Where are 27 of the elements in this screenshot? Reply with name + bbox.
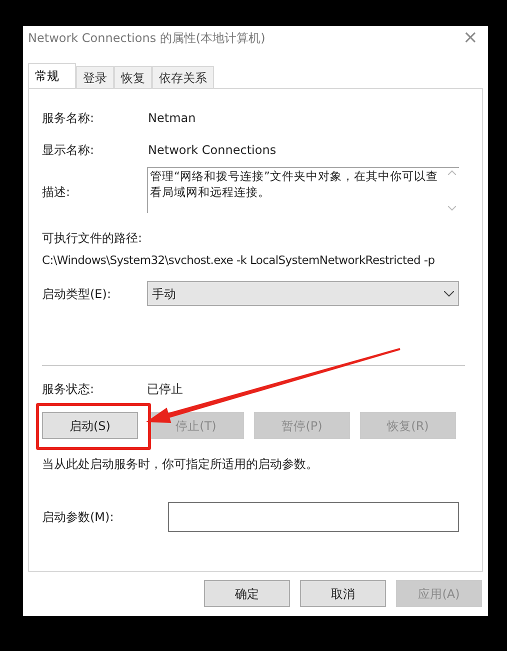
field-value: Netman [148, 110, 196, 127]
tab[interactable]: 登录 [76, 66, 114, 88]
field-label: 服务名称: [42, 110, 96, 127]
close-button[interactable]: × [462, 29, 478, 48]
chevron-down-icon [444, 290, 454, 297]
description-box[interactable]: 管理“网络和拨号连接”文件夹中对象，在其中你可以查看局域网和远程连接。 [147, 166, 459, 213]
window-title: Network Connections 的属性(本地计算机) [28, 30, 266, 48]
field-label: 描述: [42, 184, 72, 201]
field-label: 启动类型(E): [42, 286, 112, 303]
field-label: 启动参数(M): [42, 509, 115, 526]
tab[interactable]: 常规 [28, 62, 76, 88]
action-button[interactable]: 启动(S) [42, 412, 138, 440]
path-text: C:\Windows\System32\svchost.exe -k LocalSystemNetworkRestricted -p [42, 252, 436, 269]
field-value: Network Connections [148, 142, 276, 159]
hint-text: 当从此处启动服务时，你可指定所适用的启动参数。 [42, 456, 319, 474]
scroll-down-icon[interactable] [448, 206, 456, 211]
status-value: 已停止 [147, 381, 183, 398]
scroll-up-icon[interactable] [448, 170, 456, 175]
field-label: 服务状态: [42, 381, 96, 398]
startup-type-dropdown[interactable]: 手动 [147, 281, 459, 306]
action-button[interactable]: 取消 [300, 580, 386, 608]
action-button[interactable]: 确定 [204, 580, 290, 608]
tab[interactable]: 依存关系 [152, 66, 214, 88]
field-label: 显示名称: [42, 142, 96, 159]
start-parameters-field[interactable] [168, 502, 459, 532]
field-label: 可执行文件的路径: [42, 230, 144, 247]
tab[interactable]: 恢复 [114, 66, 152, 88]
